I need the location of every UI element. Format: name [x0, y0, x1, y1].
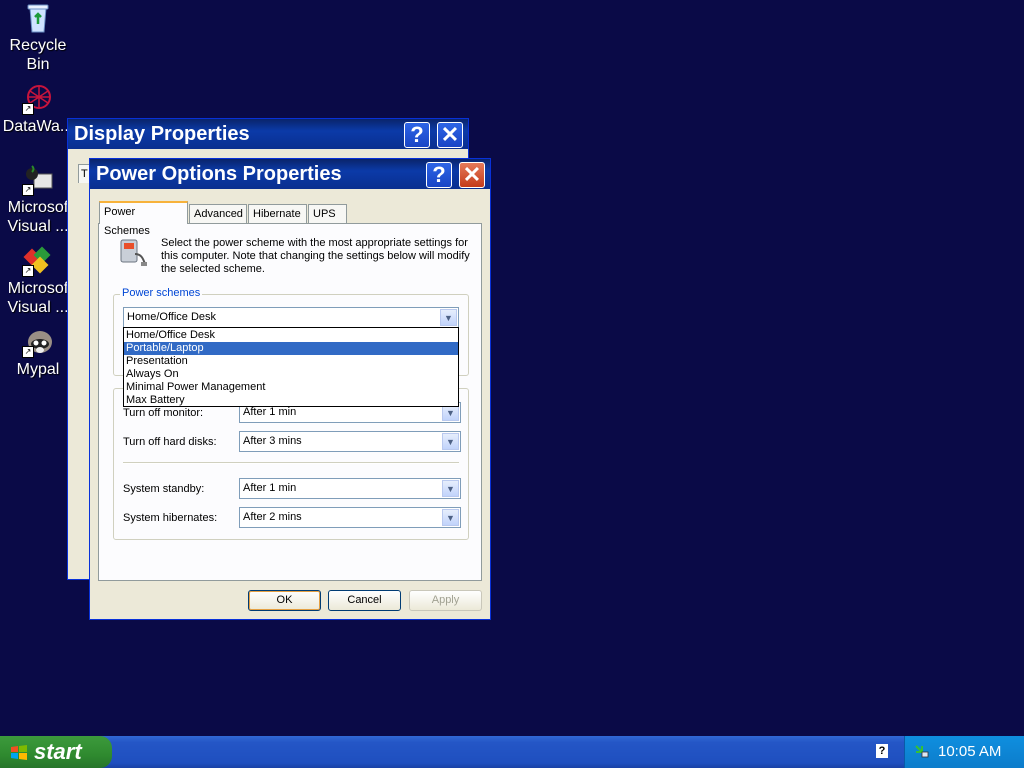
- system-tray: 10:05 AM: [904, 736, 1024, 768]
- tab-hibernate[interactable]: Hibernate: [248, 204, 307, 223]
- desktop-icon-mypal[interactable]: ↗ Mypal: [0, 326, 76, 379]
- desktop-icon-label: Recycle Bin: [9, 37, 67, 73]
- desktop-icon-datawa[interactable]: ↗ DataWa...: [0, 83, 76, 136]
- network-tray-icon[interactable]: [913, 743, 929, 759]
- desktop-icon-recycle-bin[interactable]: Recycle Bin: [0, 2, 76, 74]
- power-scheme-dropdown-list[interactable]: Home/Office Desk Portable/Laptop Present…: [123, 327, 459, 407]
- desktop-icon-label: Microsof Visual ...: [7, 280, 69, 316]
- tab-power-schemes[interactable]: Power Schemes: [99, 201, 188, 237]
- desktop-icon-visual-studio-1[interactable]: ↗ Microsof Visual ...: [0, 164, 76, 236]
- start-label: start: [34, 739, 82, 764]
- taskbar: start ? 10:05 AM: [0, 736, 1024, 768]
- shortcut-arrow-icon: ↗: [22, 346, 34, 358]
- scheme-option[interactable]: Always On: [124, 368, 458, 381]
- setting-label-hard-disks: Turn off hard disks:: [123, 436, 217, 448]
- tab-ups[interactable]: UPS: [308, 204, 347, 223]
- chevron-down-icon[interactable]: ▼: [442, 509, 459, 526]
- desktop-icon-label: Mypal: [16, 361, 60, 378]
- desktop-icon-label: DataWa...: [2, 118, 74, 135]
- shortcut-arrow-icon: ↗: [22, 103, 34, 115]
- ok-button[interactable]: OK: [248, 590, 321, 611]
- mypal-icon: ↗: [22, 326, 54, 358]
- datawa-icon: ↗: [22, 83, 54, 115]
- help-button[interactable]: ?: [404, 122, 430, 148]
- tab-advanced[interactable]: Advanced: [189, 204, 247, 223]
- scheme-option[interactable]: Home/Office Desk: [124, 329, 458, 342]
- setting-label-hibernate: System hibernates:: [123, 512, 218, 524]
- shortcut-arrow-icon: ↗: [22, 184, 34, 196]
- chevron-down-icon[interactable]: ▼: [442, 480, 459, 497]
- cancel-button[interactable]: Cancel: [328, 590, 401, 611]
- scheme-option[interactable]: Max Battery: [124, 394, 458, 407]
- hard-disk-timeout-select[interactable]: After 3 mins ▼: [239, 431, 461, 452]
- scheme-option[interactable]: Minimal Power Management: [124, 381, 458, 394]
- chevron-down-icon[interactable]: ▼: [440, 309, 457, 326]
- help-tray-icon[interactable]: ?: [876, 744, 888, 758]
- start-button[interactable]: start: [0, 736, 112, 768]
- clock[interactable]: 10:05 AM: [938, 736, 1001, 768]
- setting-label-standby: System standby:: [123, 483, 205, 495]
- setting-label-monitor: Turn off monitor:: [123, 407, 204, 419]
- power-options-titlebar[interactable]: Power Options Properties ? ✕: [90, 159, 490, 189]
- scheme-option[interactable]: Presentation: [124, 355, 458, 368]
- power-scheme-select[interactable]: Home/Office Desk ▼: [123, 307, 459, 328]
- hibernate-timeout-select[interactable]: After 2 mins ▼: [239, 507, 461, 528]
- recycle-bin-icon: [22, 2, 54, 34]
- standby-timeout-select[interactable]: After 1 min ▼: [239, 478, 461, 499]
- power-options-window[interactable]: Power Options Properties ? ✕ Power Schem…: [89, 158, 491, 620]
- help-button[interactable]: ?: [426, 162, 452, 188]
- visual-studio-icon: ↗: [22, 164, 54, 196]
- desktop-icon-label: Microsof Visual ...: [7, 199, 69, 235]
- scheme-option-highlighted[interactable]: Portable/Laptop: [124, 342, 458, 355]
- window-title: Display Properties: [74, 123, 250, 145]
- window-title: Power Options Properties: [96, 163, 342, 185]
- visual-studio-icon: ↗: [22, 245, 54, 277]
- power-schemes-group-label: Power schemes: [120, 287, 203, 299]
- windows-flag-icon: [11, 745, 27, 760]
- settings-divider: [123, 462, 459, 464]
- display-properties-titlebar[interactable]: Display Properties ? ✕: [68, 119, 468, 149]
- apply-button[interactable]: Apply: [409, 590, 482, 611]
- power-schemes-panel: Select the power scheme with the most ap…: [98, 223, 482, 581]
- chevron-down-icon[interactable]: ▼: [442, 433, 459, 450]
- scheme-description: Select the power scheme with the most ap…: [161, 237, 470, 275]
- close-button[interactable]: ✕: [437, 122, 463, 148]
- shortcut-arrow-icon: ↗: [22, 265, 34, 277]
- close-button[interactable]: ✕: [459, 162, 485, 188]
- desktop-icon-visual-studio-2[interactable]: ↗ Microsof Visual ...: [0, 245, 76, 317]
